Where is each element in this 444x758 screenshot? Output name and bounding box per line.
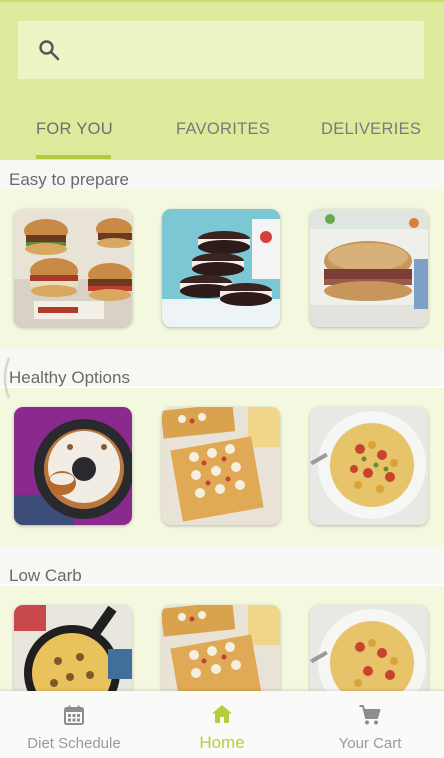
recipe-card-bacon-sliders[interactable] <box>14 209 132 327</box>
chickpea-pasta-image <box>310 407 428 525</box>
flatbread-pizza-image <box>162 407 280 525</box>
recipe-card-skillet-casserole[interactable] <box>14 605 132 691</box>
recipe-card-chocolate-cookies[interactable] <box>162 209 280 327</box>
flatbread-pizza-image-2 <box>162 605 280 691</box>
nav-home[interactable]: Home <box>148 691 296 758</box>
active-tab-indicator <box>36 155 111 159</box>
recipe-card-flatbread-pizza[interactable] <box>162 407 280 525</box>
recipe-card-chickpea-pasta-2[interactable] <box>310 605 428 691</box>
app-screen: FOR YOU FAVORITES DELIVERIES Easy to pre… <box>0 0 444 758</box>
skillet-casserole-image <box>14 605 132 691</box>
tab-for-you[interactable]: FOR YOU <box>36 120 113 139</box>
bundt-cake-image <box>14 407 132 525</box>
tab-favorites[interactable]: FAVORITES <box>176 120 270 139</box>
nav-label-your-cart: Your Cart <box>338 735 402 752</box>
section-title-easy: Easy to prepare <box>9 170 130 189</box>
search-input[interactable] <box>76 21 420 81</box>
calendar-icon <box>64 705 84 725</box>
cart-icon <box>359 705 381 725</box>
section-title-low-carb: Low Carb <box>9 566 82 585</box>
header-top-line <box>0 0 444 2</box>
search-icon[interactable] <box>37 38 61 62</box>
bottom-navigation: Diet Schedule Home Your Cart <box>0 691 444 758</box>
nav-diet-schedule[interactable]: Diet Schedule <box>0 691 148 758</box>
header: FOR YOU FAVORITES DELIVERIES <box>0 0 444 160</box>
chickpea-pasta-image-2 <box>310 605 428 691</box>
nav-label-home: Home <box>199 733 245 752</box>
recipe-card-flatbread-pizza-2[interactable] <box>162 605 280 691</box>
nav-label-diet-schedule: Diet Schedule <box>27 735 121 752</box>
recipe-card-bundt-cake[interactable] <box>14 407 132 525</box>
bacon-sliders-image <box>14 209 132 327</box>
recipe-card-roast-beef-sandwich[interactable] <box>310 209 428 327</box>
section-title-healthy: Healthy Options <box>9 368 130 387</box>
chocolate-cookies-image <box>162 209 280 327</box>
scroll-edge-indicator <box>3 357 10 399</box>
recipe-card-chickpea-pasta[interactable] <box>310 407 428 525</box>
home-icon <box>212 705 232 723</box>
nav-your-cart[interactable]: Your Cart <box>296 691 444 758</box>
tab-deliveries[interactable]: DELIVERIES <box>321 120 421 139</box>
roast-beef-sandwich-image <box>310 209 428 327</box>
